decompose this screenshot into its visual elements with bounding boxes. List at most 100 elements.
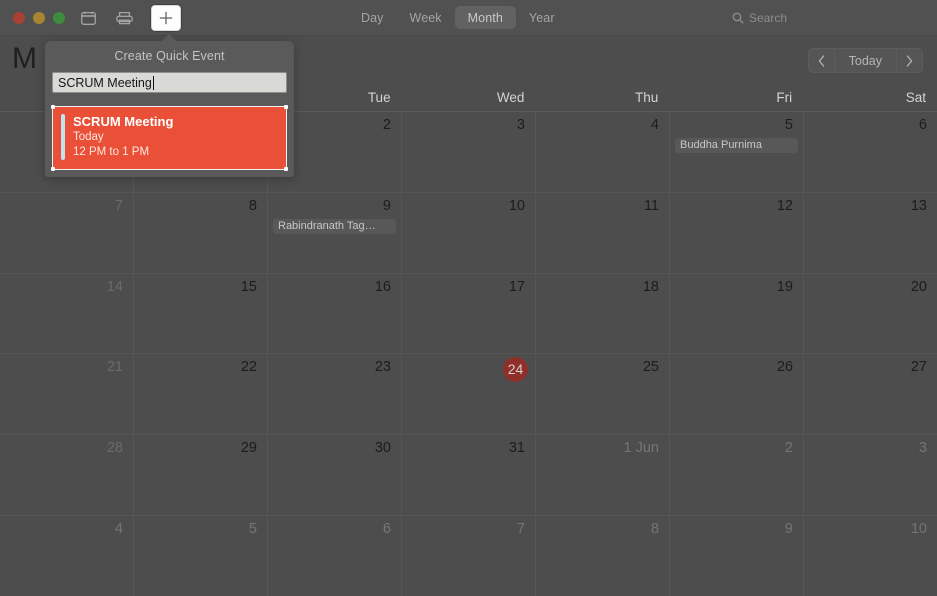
previous-month-button[interactable] xyxy=(809,49,834,72)
resize-handle-bottom-right[interactable] xyxy=(284,167,288,171)
event-suggestion-card[interactable]: SCRUM Meeting Today 12 PM to 1 PM xyxy=(51,105,288,171)
day-number: 31 xyxy=(508,440,525,457)
day-cell[interactable]: 4 xyxy=(536,112,670,192)
day-number-wrap: 4 xyxy=(536,115,669,135)
day-number-wrap: 29 xyxy=(134,438,267,458)
tab-month[interactable]: Month xyxy=(454,6,516,29)
day-cell[interactable]: 5 Buddha Purnima xyxy=(670,112,804,192)
day-number: 1 Jun xyxy=(623,440,659,457)
day-cell[interactable]: 11 xyxy=(536,192,670,273)
day-cell[interactable]: 2 xyxy=(670,435,804,516)
day-cell[interactable]: 15 xyxy=(134,273,268,354)
create-quick-event-button[interactable] xyxy=(151,4,181,31)
search-input-placeholder: Search xyxy=(749,10,788,25)
tab-day[interactable]: Day xyxy=(348,6,397,29)
day-cell[interactable]: 23 xyxy=(268,354,402,435)
day-number-wrap: 18 xyxy=(536,277,669,297)
day-cell[interactable]: 10 xyxy=(804,516,937,596)
day-number: 20 xyxy=(910,278,927,295)
next-month-button[interactable] xyxy=(897,49,922,72)
tab-week[interactable]: Week xyxy=(397,6,455,29)
day-cell[interactable]: 7 xyxy=(0,192,134,273)
day-number: 5 xyxy=(248,521,257,538)
day-cell[interactable]: 16 xyxy=(268,273,402,354)
maximize-window-button[interactable] xyxy=(53,11,65,24)
day-cell[interactable]: 26 xyxy=(670,354,804,435)
traffic-light-group xyxy=(13,11,65,24)
day-number-wrap: 24 xyxy=(402,357,535,383)
day-number: 5 xyxy=(784,117,793,133)
day-cell[interactable]: 8 xyxy=(134,192,268,273)
day-cell[interactable]: 14 xyxy=(0,273,134,354)
day-number-wrap: 4 xyxy=(0,519,133,539)
day-cell[interactable]: 18 xyxy=(536,273,670,354)
day-number: 15 xyxy=(240,278,257,295)
day-number: 3 xyxy=(516,117,525,133)
day-cell[interactable]: 24 xyxy=(402,354,536,435)
weekday-header-wed: Wed xyxy=(496,90,525,105)
day-cell[interactable]: 9 Rabindranath Tag… xyxy=(268,192,402,273)
calendar-icon[interactable] xyxy=(75,7,101,29)
day-cell[interactable]: 5 xyxy=(134,516,268,596)
day-cell[interactable]: 27 xyxy=(804,354,937,434)
day-event-chip[interactable]: Buddha Purnima xyxy=(675,138,798,153)
day-cell[interactable]: 22 xyxy=(134,354,268,435)
day-cell[interactable]: 7 xyxy=(402,516,536,596)
day-number-wrap: 20 xyxy=(804,277,937,297)
day-number: 7 xyxy=(114,197,123,214)
day-number: 9 xyxy=(382,197,391,214)
printer-icon[interactable] xyxy=(111,7,137,29)
day-cell[interactable]: 6 xyxy=(268,516,402,596)
event-day: Today xyxy=(73,131,104,143)
day-cell[interactable]: 31 xyxy=(402,435,536,516)
day-number-wrap: 17 xyxy=(402,277,535,297)
day-cell[interactable]: 9 xyxy=(670,516,804,596)
day-number-wrap: 14 xyxy=(0,277,133,297)
day-cell[interactable]: 12 xyxy=(670,192,804,273)
day-number-wrap: 7 xyxy=(0,196,133,216)
day-cell[interactable]: 4 xyxy=(0,516,134,596)
day-cell[interactable]: 19 xyxy=(670,273,804,354)
day-cell[interactable]: 10 xyxy=(402,192,536,273)
resize-handle-top-right[interactable] xyxy=(284,105,288,109)
today-date-badge: 24 xyxy=(503,357,528,383)
day-cell[interactable]: 25 xyxy=(536,354,670,435)
day-number-wrap: 16 xyxy=(268,277,401,297)
day-cell[interactable]: 1 Jun xyxy=(536,435,670,516)
day-number-wrap: 6 xyxy=(804,115,937,135)
plus-icon xyxy=(159,11,173,24)
resize-handle-top-left[interactable] xyxy=(51,105,55,109)
day-cell[interactable]: 29 xyxy=(134,435,268,516)
day-cell[interactable]: 3 xyxy=(804,435,937,515)
window-toolbar: Day Week Month Year Search xyxy=(0,0,937,36)
day-event-chip[interactable]: Rabindranath Tag… xyxy=(273,218,396,234)
day-cell[interactable]: 30 xyxy=(268,435,402,516)
day-cell[interactable]: 20 xyxy=(804,274,937,354)
day-number: 30 xyxy=(374,440,391,457)
day-cell[interactable]: 17 xyxy=(402,273,536,354)
day-number-wrap: 27 xyxy=(804,357,937,377)
minimize-window-button[interactable] xyxy=(33,11,45,24)
week-row: 28 29 30 31 1 Jun 2 3 xyxy=(0,435,937,517)
day-cell[interactable]: 8 xyxy=(536,516,670,596)
quick-event-input[interactable]: SCRUM Meeting xyxy=(52,72,287,93)
day-number: 6 xyxy=(918,117,927,133)
close-window-button[interactable] xyxy=(13,11,25,24)
popover-title: Create Quick Event xyxy=(114,49,225,63)
day-cell[interactable]: 6 xyxy=(804,112,937,192)
today-button[interactable]: Today xyxy=(833,49,897,72)
day-cell[interactable]: 21 xyxy=(0,354,134,435)
resize-handle-bottom-left[interactable] xyxy=(51,167,55,171)
day-cell[interactable]: 13 xyxy=(804,193,937,273)
popover-arrow xyxy=(161,34,177,42)
search-field[interactable]: Search xyxy=(725,7,857,28)
day-number-wrap: 5 xyxy=(670,115,803,135)
view-mode-segmented-control[interactable]: Day Week Month Year xyxy=(348,6,568,29)
event-calendar-color-bar xyxy=(61,114,65,160)
day-cell[interactable]: 3 xyxy=(402,112,536,192)
day-cell[interactable]: 28 xyxy=(0,435,134,516)
tab-year[interactable]: Year xyxy=(516,6,568,29)
event-details: SCRUM Meeting Today 12 PM to 1 PM xyxy=(73,114,278,160)
day-number-wrap: 7 xyxy=(402,519,535,539)
day-number-wrap: 10 xyxy=(402,196,535,216)
